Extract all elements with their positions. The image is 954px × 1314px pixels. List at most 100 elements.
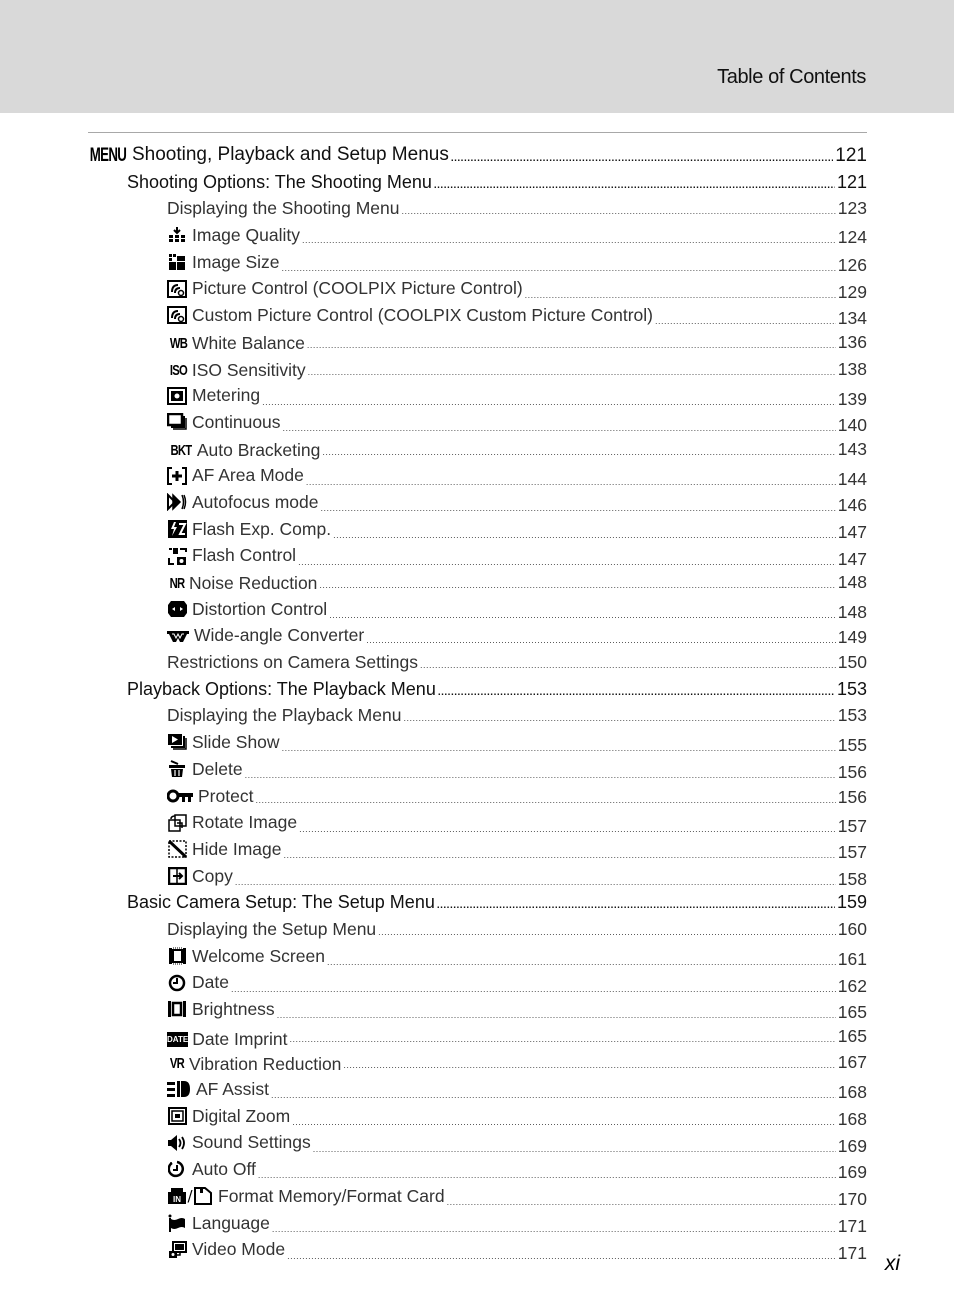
dot-leader xyxy=(403,705,835,732)
toc-item[interactable]: Video Mode 171 xyxy=(88,1236,867,1263)
toc-page: 121 xyxy=(836,171,867,192)
toc-item[interactable]: Flash Control 147 xyxy=(88,542,867,569)
toc-label: Image Size xyxy=(192,251,280,272)
toc-label: Auto Bracketing xyxy=(196,439,321,460)
toc-label: Welcome Screen xyxy=(192,945,325,966)
toc-item[interactable]: Copy 158 xyxy=(88,863,867,890)
toc-label: Picture Control (COOLPIX Picture Control… xyxy=(192,278,523,299)
toc-section[interactable]: Basic Camera Setup: The Setup Menu 159 xyxy=(88,889,867,916)
toc-label: Video Mode xyxy=(192,1239,286,1260)
dot-leader xyxy=(402,198,836,225)
toc-label: Date xyxy=(192,972,229,993)
toc-label: ISO Sensitivity xyxy=(191,359,306,380)
toc-label: Brightness xyxy=(192,999,275,1019)
toc-item[interactable]: WB White Balance 136 xyxy=(88,329,867,356)
toc-page: 160 xyxy=(837,918,867,939)
toc-item[interactable]: Custom Picture Control (COOLPIX Custom P… xyxy=(88,302,867,329)
protect-icon xyxy=(167,787,193,805)
sound-icon xyxy=(167,1134,187,1152)
flash-comp-icon xyxy=(167,519,187,538)
toc-item[interactable]: BKT Auto Bracketing 143 xyxy=(88,436,867,463)
toc-item[interactable]: ISO ISO Sensitivity 138 xyxy=(88,356,867,383)
toc-label: Image Quality xyxy=(192,225,300,246)
toc-item[interactable]: Image Quality 124 xyxy=(88,222,867,249)
toc-item[interactable]: Displaying the Shooting Menu 123 xyxy=(88,195,867,222)
toc-label: Digital Zoom xyxy=(192,1105,291,1126)
toc-label: AF Area Mode xyxy=(192,465,304,486)
noise-reduction-icon: NR xyxy=(169,575,186,592)
toc-item[interactable]: Autofocus mode 146 xyxy=(88,489,867,516)
dot-leader xyxy=(308,359,836,386)
toc-item[interactable]: IN / Format Memory/Format Card 170 xyxy=(88,1183,867,1210)
toc-item[interactable]: Welcome Screen 161 xyxy=(88,943,867,970)
toc-item[interactable]: Flash Exp. Comp. 147 xyxy=(88,516,867,543)
toc-page: 124 xyxy=(837,227,867,248)
toc-label: Flash Exp. Comp. xyxy=(192,518,332,539)
divider xyxy=(88,132,867,133)
toc-page: 136 xyxy=(837,331,867,352)
toc-page: 153 xyxy=(836,678,867,699)
toc-label: Copy xyxy=(192,865,233,886)
toc-item[interactable]: Language 171 xyxy=(88,1210,867,1237)
toc-section[interactable]: Playback Options: The Playback Menu 153 xyxy=(88,676,867,703)
toc-label: Displaying the Setup Menu xyxy=(167,918,377,939)
toc-label: Autofocus mode xyxy=(192,491,319,512)
white-balance-icon: WB xyxy=(169,334,188,352)
toc-label: Hide Image xyxy=(192,838,282,859)
toc-chapter[interactable]: MENU Shooting, Playback and Setup Menus … xyxy=(88,142,867,169)
toc-label: Playback Options: The Playback Menu xyxy=(127,678,436,699)
toc-item[interactable]: Sound Settings 169 xyxy=(88,1129,867,1156)
toc-label: Format Memory/Format Card xyxy=(218,1185,445,1206)
toc-item[interactable]: Continuous 140 xyxy=(88,409,867,436)
header-title: Table of Contents xyxy=(717,66,866,88)
toc-item[interactable]: Auto Off 169 xyxy=(88,1156,867,1183)
toc-item[interactable]: Wide-angle Converter 149 xyxy=(88,622,867,649)
toc-item[interactable]: AF Assist 168 xyxy=(88,1076,867,1103)
toc-page: 123 xyxy=(837,198,867,219)
af-assist-icon xyxy=(167,1080,191,1098)
toc-item[interactable]: Rotate Image 157 xyxy=(88,809,867,836)
toc-item[interactable]: Displaying the Playback Menu 153 xyxy=(88,702,867,729)
toc-page: 138 xyxy=(837,358,867,379)
toc-item[interactable]: Date 162 xyxy=(88,969,867,996)
toc-page: 121 xyxy=(835,144,867,166)
toc-item[interactable]: Brightness 165 xyxy=(88,996,867,1023)
toc-item[interactable]: DATE Date Imprint 165 xyxy=(88,1023,867,1050)
toc-item[interactable]: Hide Image 157 xyxy=(88,836,867,863)
toc-item[interactable]: Displaying the Setup Menu 160 xyxy=(88,916,867,943)
dot-leader xyxy=(322,439,835,466)
date-imprint-icon: DATE xyxy=(167,1032,189,1048)
page-number: xi xyxy=(884,1252,900,1275)
table-of-contents: MENU Shooting, Playback and Setup Menus … xyxy=(88,142,867,1263)
dot-leader xyxy=(307,332,836,359)
header-band: Table of Contents xyxy=(0,0,954,113)
digital-zoom-icon xyxy=(167,1107,187,1126)
toc-item[interactable]: Slide Show 155 xyxy=(88,729,867,756)
toc-item[interactable]: Distortion Control 148 xyxy=(88,596,867,623)
toc-page: 150 xyxy=(837,652,867,673)
toc-item[interactable]: NR Noise Reduction 148 xyxy=(88,569,867,596)
toc-item[interactable]: VR Vibration Reduction 167 xyxy=(88,1049,867,1076)
toc-item[interactable]: Metering 139 xyxy=(88,382,867,409)
toc-label: Custom Picture Control (COOLPIX Custom P… xyxy=(192,305,653,326)
image-quality-icon xyxy=(167,226,187,244)
toc-item[interactable]: Image Size 126 xyxy=(88,249,867,276)
toc-item[interactable]: Protect 156 xyxy=(88,783,867,810)
toc-item[interactable]: Digital Zoom 168 xyxy=(88,1103,867,1130)
dot-leader xyxy=(343,1052,835,1079)
toc-item[interactable]: AF Area Mode 144 xyxy=(88,462,867,489)
flash-control-icon xyxy=(167,547,187,565)
copy-icon xyxy=(167,866,187,885)
slide-show-icon xyxy=(167,733,187,751)
toc-label: Flash Control xyxy=(192,545,297,566)
toc-label: Basic Camera Setup: The Setup Menu xyxy=(127,892,435,913)
toc-item[interactable]: Picture Control (COOLPIX Picture Control… xyxy=(88,275,867,302)
welcome-screen-icon xyxy=(167,947,187,965)
dot-leader xyxy=(319,572,835,599)
memory-card-icon xyxy=(193,1187,213,1206)
toc-label: Protect xyxy=(198,785,254,806)
toc-item[interactable]: Delete 156 xyxy=(88,756,867,783)
toc-item[interactable]: Restrictions on Camera Settings 150 xyxy=(88,649,867,676)
language-icon xyxy=(167,1214,187,1232)
toc-section[interactable]: Shooting Options: The Shooting Menu 121 xyxy=(88,169,867,196)
